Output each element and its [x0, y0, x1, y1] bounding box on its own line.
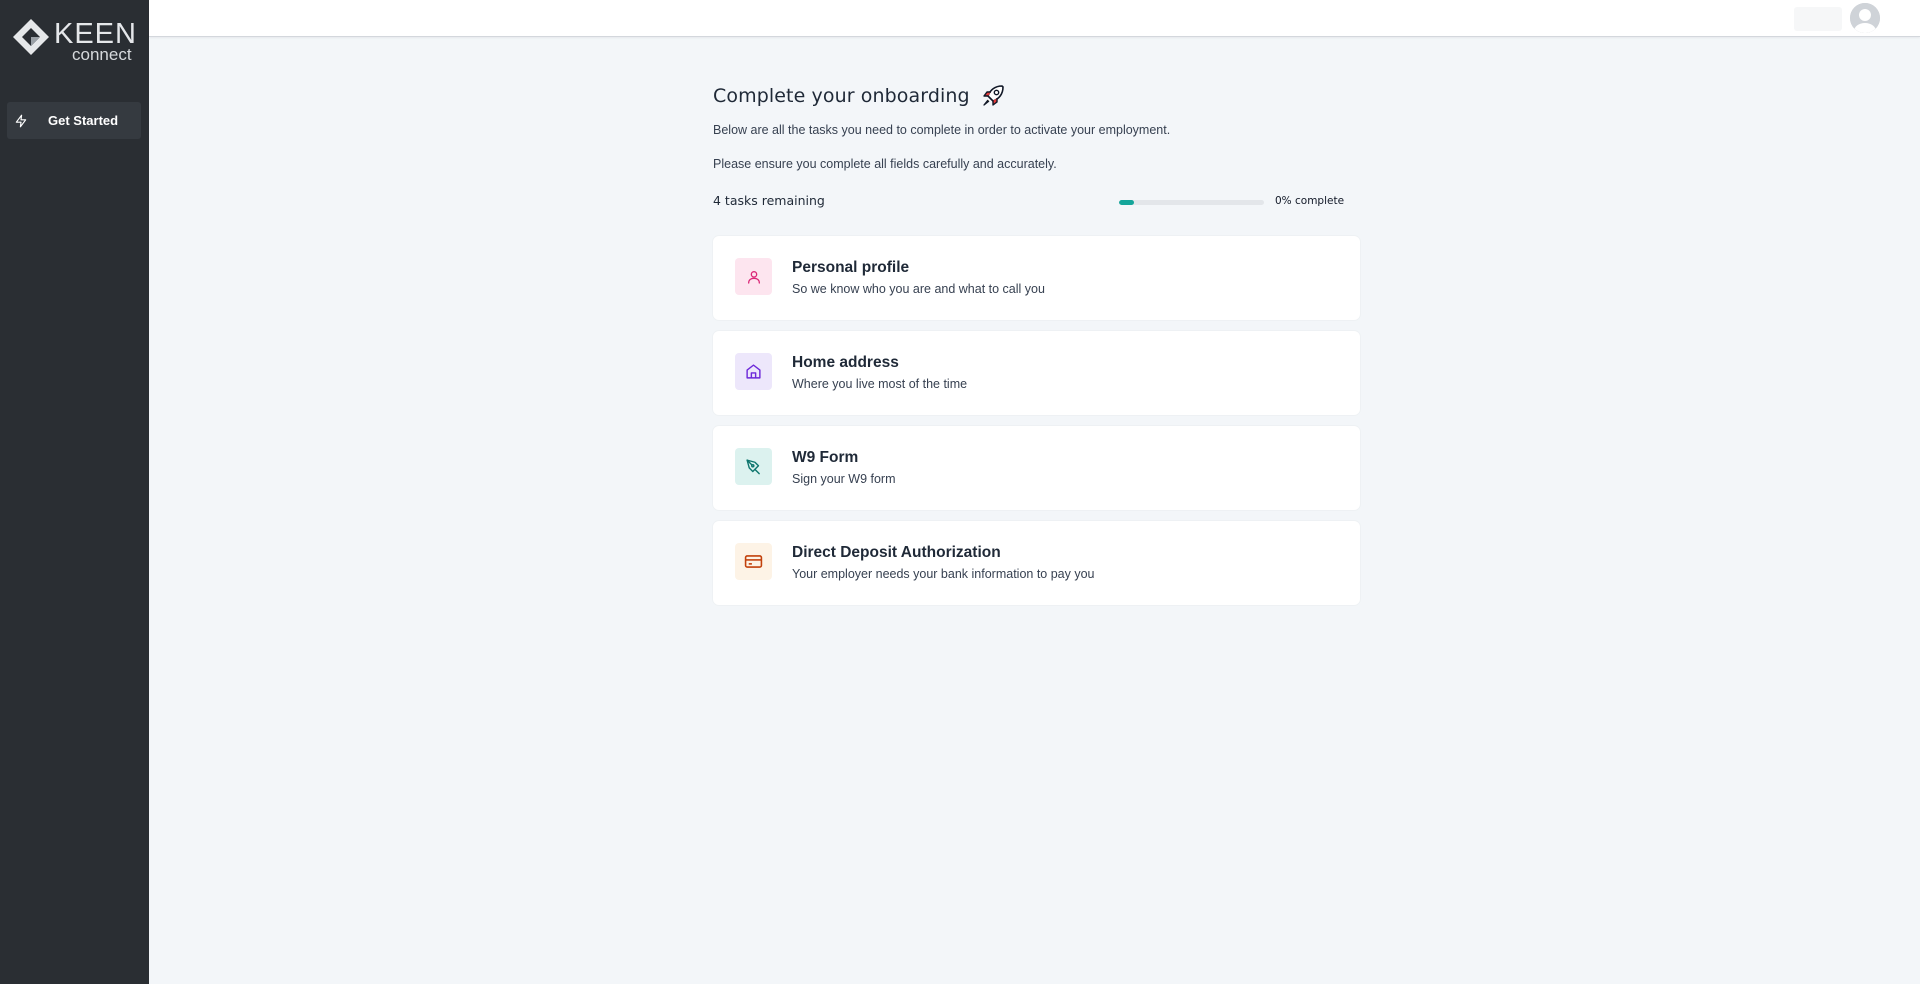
credit-card-icon [744, 555, 763, 568]
task-title: Personal profile [792, 259, 910, 276]
task-icon-bg [735, 353, 772, 390]
brand-tagline: connect [72, 45, 132, 64]
task-w9-form[interactable]: W9 Form Sign your W9 form [713, 426, 1360, 510]
onboarding-main: Complete your onboarding Below are all t… [713, 80, 1361, 616]
keen-connect-logo[interactable]: KEEN connect [12, 18, 137, 64]
pen-icon [746, 459, 760, 475]
sidebar-item-label: Get Started [48, 113, 119, 128]
progress-row: 4 tasks remaining 0% complete [713, 193, 1361, 213]
user-avatar-icon [1850, 3, 1880, 33]
task-home-address[interactable]: Home address Where you live most of the … [713, 331, 1360, 415]
topbar-placeholder [1794, 7, 1842, 31]
intro-text: Below are all the tasks you need to comp… [713, 123, 1171, 137]
sidebar-item-get-started[interactable]: Get Started [7, 102, 141, 139]
task-icon-bg [735, 543, 772, 580]
task-icon-bg [735, 258, 772, 295]
progress-bar [1119, 200, 1264, 205]
task-direct-deposit[interactable]: Direct Deposit Authorization Your employ… [713, 521, 1360, 605]
progress-fill [1119, 200, 1134, 205]
task-title: W9 Form [792, 449, 859, 466]
task-title: Direct Deposit Authorization [792, 544, 1001, 561]
lightning-icon [14, 114, 28, 128]
keen-diamond-logo-icon [13, 19, 49, 55]
task-subtitle: Your employer needs your bank informatio… [792, 567, 1095, 581]
user-icon [747, 270, 760, 284]
progress-label: 0% complete [1275, 195, 1345, 207]
tasks-remaining: 4 tasks remaining [713, 193, 825, 208]
task-personal-profile[interactable]: Personal profile So we know who you are … [713, 236, 1360, 320]
avatar[interactable] [1850, 3, 1880, 33]
home-icon [746, 364, 761, 379]
task-list: Personal profile So we know who you are … [713, 236, 1361, 605]
task-subtitle: Where you live most of the time [792, 377, 968, 391]
instructions-text: Please ensure you complete all fields ca… [713, 157, 1057, 171]
sidebar: KEEN connect Get Started [0, 0, 149, 984]
task-subtitle: So we know who you are and what to call … [792, 282, 1045, 296]
page-title: Complete your onboarding [713, 85, 970, 107]
task-icon-bg [735, 448, 772, 485]
task-title: Home address [792, 354, 899, 371]
task-subtitle: Sign your W9 form [792, 472, 896, 486]
top-bar [149, 0, 1920, 37]
rocket-icon [980, 83, 1006, 109]
title-row: Complete your onboarding [713, 80, 1361, 112]
